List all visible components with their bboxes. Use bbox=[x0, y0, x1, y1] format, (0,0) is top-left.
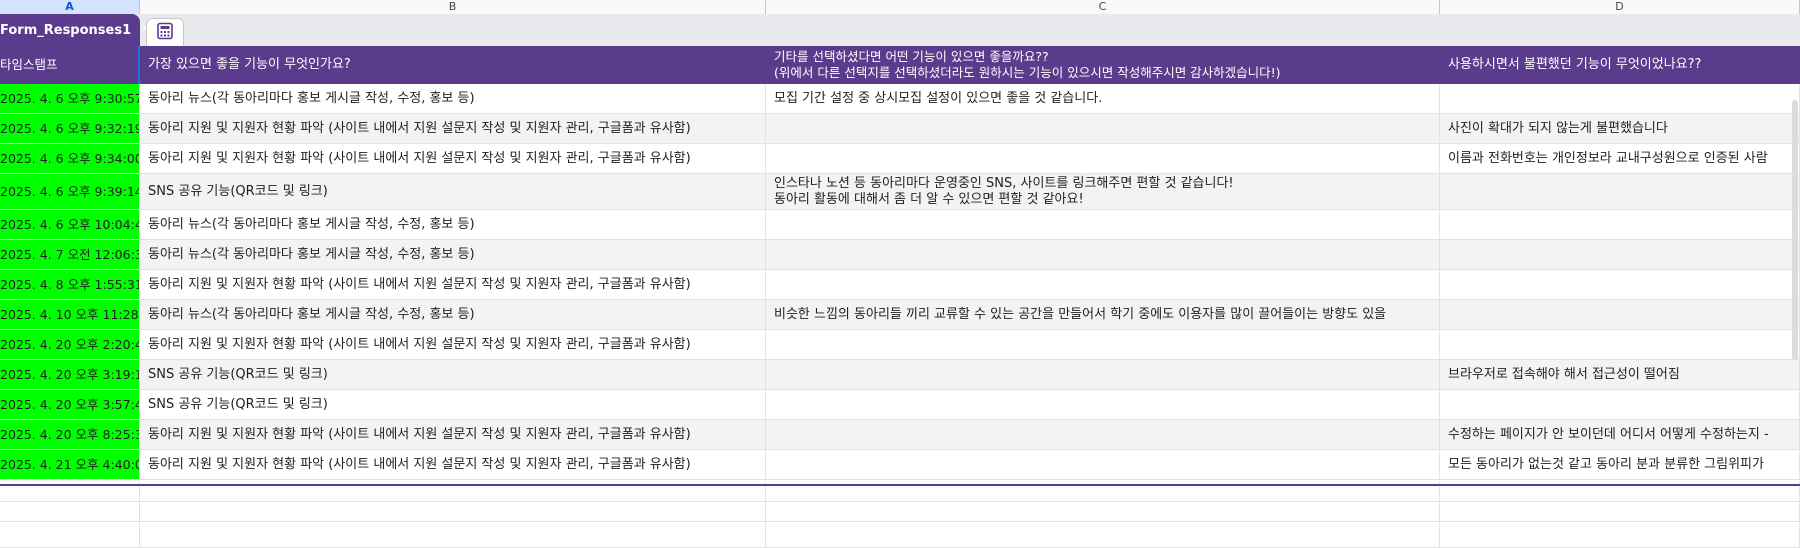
timestamp-cell[interactable]: 2025. 4. 6 오후 9:34:00 bbox=[0, 144, 140, 173]
inconvenience-cell[interactable] bbox=[1440, 390, 1800, 419]
timestamp-cell[interactable]: 2025. 4. 7 오전 12:06:36 bbox=[0, 240, 140, 269]
vertical-scrollbar[interactable] bbox=[1792, 100, 1798, 360]
timestamp-cell[interactable]: 2025. 4. 20 오후 3:19:17 bbox=[0, 360, 140, 389]
table-name-chip[interactable]: Form_Responses1 bbox=[0, 14, 152, 46]
other-feature-cell[interactable] bbox=[766, 270, 1440, 299]
table-row: 2025. 4. 20 오후 8:25:38 동아리 지원 및 지원자 현황 파… bbox=[0, 420, 1800, 450]
timestamp-cell[interactable]: 2025. 4. 20 오후 8:25:38 bbox=[0, 420, 140, 449]
empty-cell[interactable] bbox=[766, 522, 1440, 547]
timestamp-cell[interactable]: 2025. 4. 6 오후 9:39:14 bbox=[0, 174, 140, 209]
inconvenience-cell[interactable] bbox=[1440, 84, 1800, 113]
inconvenience-cell[interactable] bbox=[1440, 174, 1800, 209]
column-header-a[interactable]: A bbox=[0, 0, 140, 14]
other-feature-cell[interactable]: 모집 기간 설정 중 상시모집 설정이 있으면 좋을 것 같습니다. bbox=[766, 84, 1440, 113]
other-feature-cell[interactable] bbox=[766, 420, 1440, 449]
empty-cell[interactable] bbox=[140, 522, 766, 547]
feature-cell[interactable]: 동아리 지원 및 지원자 현황 파악 (사이트 내에서 지원 설문지 작성 및 … bbox=[140, 144, 766, 173]
inconvenience-cell[interactable] bbox=[1440, 330, 1800, 359]
other-feature-cell[interactable]: 비슷한 느낌의 동아리들 끼리 교류할 수 있는 공간을 만들어서 학기 중에도… bbox=[766, 300, 1440, 329]
other-feature-cell[interactable] bbox=[766, 390, 1440, 419]
feature-cell[interactable]: 동아리 지원 및 지원자 현황 파악 (사이트 내에서 지원 설문지 작성 및 … bbox=[140, 450, 766, 479]
table-row: 2025. 4. 6 오후 10:04:45 동아리 뉴스(각 동아리마다 홍보… bbox=[0, 210, 1800, 240]
inconvenience-cell[interactable]: 수정하는 페이지가 안 보이던데 어디서 어떻게 수정하는지 - bbox=[1440, 420, 1800, 449]
feature-cell[interactable]: 동아리 뉴스(각 동아리마다 홍보 게시글 작성, 수정, 홍보 등) bbox=[140, 300, 766, 329]
table-row: 2025. 4. 20 오후 3:19:17 SNS 공유 기능(QR코드 및 … bbox=[0, 360, 1800, 390]
feature-cell[interactable]: 동아리 지원 및 지원자 현황 파악 (사이트 내에서 지원 설문지 작성 및 … bbox=[140, 420, 766, 449]
column-header-d[interactable]: D bbox=[1440, 0, 1800, 14]
empty-row bbox=[0, 502, 1800, 522]
table-row: 2025. 4. 21 오후 4:40:05 동아리 지원 및 지원자 현황 파… bbox=[0, 450, 1800, 480]
feature-cell[interactable]: 동아리 지원 및 지원자 현황 파악 (사이트 내에서 지원 설문지 작성 및 … bbox=[140, 330, 766, 359]
empty-cell[interactable] bbox=[0, 522, 140, 547]
empty-cell[interactable] bbox=[766, 502, 1440, 521]
timestamp-cell[interactable]: 2025. 4. 6 오후 9:32:19 bbox=[0, 114, 140, 143]
table-row: 2025. 4. 8 오후 1:55:31 동아리 지원 및 지원자 현황 파악… bbox=[0, 270, 1800, 300]
timestamp-cell[interactable]: 2025. 4. 6 오후 9:30:57 bbox=[0, 84, 140, 113]
inconvenience-cell[interactable] bbox=[1440, 300, 1800, 329]
other-feature-cell[interactable] bbox=[766, 210, 1440, 239]
feature-cell[interactable]: 동아리 지원 및 지원자 현황 파악 (사이트 내에서 지원 설문지 작성 및 … bbox=[140, 114, 766, 143]
table-row: 2025. 4. 20 오후 2:20:46 동아리 지원 및 지원자 현황 파… bbox=[0, 330, 1800, 360]
table-tools-button[interactable] bbox=[146, 18, 184, 46]
table-row: 2025. 4. 6 오후 9:34:00 동아리 지원 및 지원자 현황 파악… bbox=[0, 144, 1800, 174]
empty-cell[interactable] bbox=[1440, 522, 1800, 547]
header-cell-timestamp[interactable]: 타임스탬프 bbox=[0, 46, 140, 84]
timestamp-cell[interactable]: 2025. 4. 10 오후 11:28:5 bbox=[0, 300, 140, 329]
timestamp-cell[interactable]: 2025. 4. 8 오후 1:55:31 bbox=[0, 270, 140, 299]
table-row: 2025. 4. 10 오후 11:28:5 동아리 뉴스(각 동아리마다 홍보… bbox=[0, 300, 1800, 330]
inconvenience-cell[interactable]: 사진이 확대가 되지 않는게 불편했습니다 bbox=[1440, 114, 1800, 143]
table-row: 2025. 4. 6 오후 9:32:19 동아리 지원 및 지원자 현황 파악… bbox=[0, 114, 1800, 144]
table-header-row: 타임스탬프 가장 있으면 좋을 기능이 무엇인가요? 기타를 선택하셨다면 어떤… bbox=[0, 46, 1800, 84]
timestamp-cell[interactable]: 2025. 4. 21 오후 4:40:05 bbox=[0, 450, 140, 479]
other-feature-cell[interactable] bbox=[766, 360, 1440, 389]
feature-cell[interactable]: 동아리 뉴스(각 동아리마다 홍보 게시글 작성, 수정, 홍보 등) bbox=[140, 240, 766, 269]
column-header-bar: A B C D bbox=[0, 0, 1800, 15]
other-feature-cell[interactable] bbox=[766, 144, 1440, 173]
table-row: 2025. 4. 20 오후 3:57:47 SNS 공유 기능(QR코드 및 … bbox=[0, 390, 1800, 420]
table-name: Form_Responses1 bbox=[0, 22, 132, 38]
feature-cell[interactable]: 동아리 지원 및 지원자 현황 파악 (사이트 내에서 지원 설문지 작성 및 … bbox=[140, 270, 766, 299]
inconvenience-cell[interactable] bbox=[1440, 210, 1800, 239]
feature-cell[interactable]: SNS 공유 기능(QR코드 및 링크) bbox=[140, 360, 766, 389]
other-feature-cell[interactable] bbox=[766, 330, 1440, 359]
other-feature-cell[interactable]: 인스타나 노션 등 동아리마다 운영중인 SNS, 사이트를 링크해주면 편할 … bbox=[766, 174, 1440, 209]
inconvenience-cell[interactable]: 모든 동아리가 없는것 같고 동아리 분과 분류한 그림위피가 bbox=[1440, 450, 1800, 479]
empty-cell[interactable] bbox=[1440, 502, 1800, 521]
inconvenience-cell[interactable] bbox=[1440, 240, 1800, 269]
timestamp-cell[interactable]: 2025. 4. 20 오후 2:20:46 bbox=[0, 330, 140, 359]
calculator-icon bbox=[156, 22, 174, 44]
feature-cell[interactable]: 동아리 뉴스(각 동아리마다 홍보 게시글 작성, 수정, 홍보 등) bbox=[140, 84, 766, 113]
header-cell-desired-feature[interactable]: 가장 있으면 좋을 기능이 무엇인가요? bbox=[140, 46, 766, 84]
inconvenience-cell[interactable] bbox=[1440, 270, 1800, 299]
empty-cell[interactable] bbox=[140, 502, 766, 521]
timestamp-cell[interactable]: 2025. 4. 6 오후 10:04:45 bbox=[0, 210, 140, 239]
other-feature-cell[interactable] bbox=[766, 114, 1440, 143]
empty-row bbox=[0, 522, 1800, 548]
header-cell-inconvenience[interactable]: 사용하시면서 불편했던 기능이 무엇이었나요?? bbox=[1440, 46, 1800, 84]
other-feature-cell[interactable] bbox=[766, 240, 1440, 269]
other-feature-cell[interactable] bbox=[766, 450, 1440, 479]
table-row: 2025. 4. 7 오전 12:06:36 동아리 뉴스(각 동아리마다 홍보… bbox=[0, 240, 1800, 270]
feature-cell[interactable]: SNS 공유 기능(QR코드 및 링크) bbox=[140, 174, 766, 209]
table-row: 2025. 4. 6 오후 9:39:14 SNS 공유 기능(QR코드 및 링… bbox=[0, 174, 1800, 210]
column-header-b[interactable]: B bbox=[140, 0, 766, 14]
feature-cell[interactable]: SNS 공유 기능(QR코드 및 링크) bbox=[140, 390, 766, 419]
inconvenience-cell[interactable]: 브라우저로 접속해야 해서 접근성이 떨어짐 bbox=[1440, 360, 1800, 389]
timestamp-cell[interactable]: 2025. 4. 20 오후 3:57:47 bbox=[0, 390, 140, 419]
table-bottom-border bbox=[0, 484, 1800, 486]
column-header-c[interactable]: C bbox=[766, 0, 1440, 14]
inconvenience-cell[interactable]: 이름과 전화번호는 개인정보라 교내구성원으로 인증된 사람 bbox=[1440, 144, 1800, 173]
table-name-strip: Form_Responses1 bbox=[0, 14, 1800, 46]
table-row: 2025. 4. 6 오후 9:30:57 동아리 뉴스(각 동아리마다 홍보 … bbox=[0, 84, 1800, 114]
header-cell-other-feature[interactable]: 기타를 선택하셨다면 어떤 기능이 있으면 좋을까요?? (위에서 다른 선택지… bbox=[766, 46, 1440, 84]
empty-cell[interactable] bbox=[0, 502, 140, 521]
feature-cell[interactable]: 동아리 뉴스(각 동아리마다 홍보 게시글 작성, 수정, 홍보 등) bbox=[140, 210, 766, 239]
